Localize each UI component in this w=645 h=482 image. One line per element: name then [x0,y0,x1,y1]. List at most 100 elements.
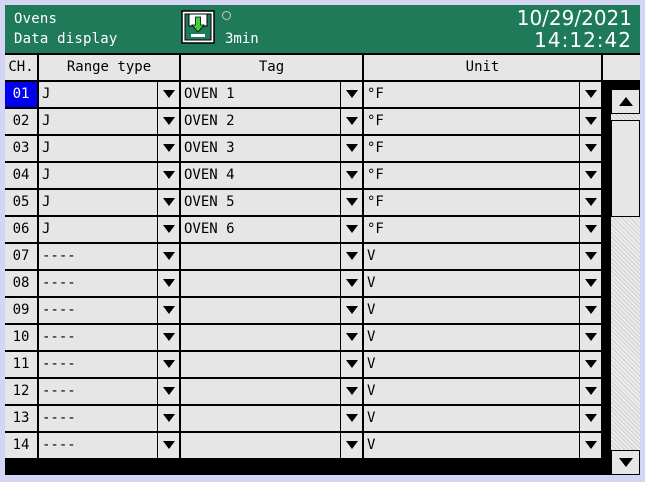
tag-select[interactable]: OVEN 3 [181,136,340,161]
channel-number[interactable]: 07 [5,244,37,269]
dropdown-arrow-icon[interactable] [157,109,179,134]
dropdown-arrow-icon[interactable] [157,82,179,107]
tag-select[interactable] [181,244,340,269]
channel-number[interactable]: 09 [5,298,37,323]
range-type-select[interactable]: J [39,136,157,161]
dropdown-arrow-icon[interactable] [157,244,179,269]
dropdown-arrow-icon[interactable] [340,352,362,377]
range-type-select[interactable]: ---- [39,352,157,377]
unit-select[interactable]: V [364,379,579,404]
unit-select[interactable]: V [364,271,579,296]
channel-number[interactable]: 04 [5,163,37,188]
dropdown-arrow-icon[interactable] [157,190,179,215]
dropdown-arrow-icon[interactable] [579,163,601,188]
unit-select[interactable]: V [364,352,579,377]
scroll-thumb[interactable] [611,120,640,217]
tag-select[interactable] [181,433,340,458]
vertical-scrollbar[interactable] [611,89,640,475]
channel-number[interactable]: 14 [5,433,37,458]
channel-number[interactable]: 13 [5,406,37,431]
dropdown-arrow-icon[interactable] [340,433,362,458]
dropdown-arrow-icon[interactable] [579,244,601,269]
range-type-select[interactable]: ---- [39,271,157,296]
unit-select[interactable]: V [364,244,579,269]
tag-select[interactable] [181,325,340,350]
dropdown-arrow-icon[interactable] [340,136,362,161]
unit-select[interactable]: V [364,406,579,431]
range-type-select[interactable]: J [39,82,157,107]
dropdown-arrow-icon[interactable] [340,271,362,296]
dropdown-arrow-icon[interactable] [579,379,601,404]
tag-select[interactable]: OVEN 2 [181,109,340,134]
range-type-select[interactable]: ---- [39,298,157,323]
channel-number[interactable]: 08 [5,271,37,296]
tag-select[interactable] [181,352,340,377]
channel-number[interactable]: 01 [5,82,37,107]
range-type-select[interactable]: J [39,109,157,134]
dropdown-arrow-icon[interactable] [157,406,179,431]
unit-select[interactable]: °F [364,217,579,242]
tag-select[interactable] [181,379,340,404]
tag-select[interactable]: OVEN 1 [181,82,340,107]
dropdown-arrow-icon[interactable] [157,379,179,404]
dropdown-arrow-icon[interactable] [579,109,601,134]
dropdown-arrow-icon[interactable] [579,298,601,323]
dropdown-arrow-icon[interactable] [340,325,362,350]
channel-number[interactable]: 06 [5,217,37,242]
range-type-select[interactable]: ---- [39,433,157,458]
dropdown-arrow-icon[interactable] [157,163,179,188]
dropdown-arrow-icon[interactable] [579,217,601,242]
dropdown-arrow-icon[interactable] [340,406,362,431]
dropdown-arrow-icon[interactable] [340,190,362,215]
dropdown-arrow-icon[interactable] [579,325,601,350]
dropdown-arrow-icon[interactable] [157,271,179,296]
range-type-select[interactable]: ---- [39,244,157,269]
channel-number[interactable]: 02 [5,109,37,134]
tag-select[interactable]: OVEN 6 [181,217,340,242]
range-type-select[interactable]: J [39,217,157,242]
dropdown-arrow-icon[interactable] [579,406,601,431]
dropdown-arrow-icon[interactable] [340,109,362,134]
tag-select[interactable]: OVEN 4 [181,163,340,188]
unit-select[interactable]: °F [364,109,579,134]
unit-select[interactable]: V [364,433,579,458]
dropdown-arrow-icon[interactable] [340,379,362,404]
range-type-select[interactable]: ---- [39,325,157,350]
dropdown-arrow-icon[interactable] [579,190,601,215]
dropdown-arrow-icon[interactable] [340,244,362,269]
dropdown-arrow-icon[interactable] [157,217,179,242]
tag-select[interactable] [181,298,340,323]
tag-select[interactable] [181,406,340,431]
unit-select[interactable]: °F [364,82,579,107]
range-type-select[interactable]: ---- [39,379,157,404]
channel-number[interactable]: 12 [5,379,37,404]
range-type-select[interactable]: J [39,163,157,188]
channel-number[interactable]: 11 [5,352,37,377]
unit-select[interactable]: V [364,325,579,350]
dropdown-arrow-icon[interactable] [579,82,601,107]
dropdown-arrow-icon[interactable] [579,271,601,296]
dropdown-arrow-icon[interactable] [340,163,362,188]
dropdown-arrow-icon[interactable] [579,136,601,161]
channel-number[interactable]: 05 [5,190,37,215]
unit-select[interactable]: °F [364,136,579,161]
channel-number[interactable]: 03 [5,136,37,161]
scroll-down-button[interactable] [611,450,640,475]
dropdown-arrow-icon[interactable] [340,298,362,323]
scroll-up-button[interactable] [611,89,640,114]
dropdown-arrow-icon[interactable] [340,217,362,242]
tag-select[interactable] [181,271,340,296]
dropdown-arrow-icon[interactable] [340,82,362,107]
dropdown-arrow-icon[interactable] [157,325,179,350]
dropdown-arrow-icon[interactable] [157,136,179,161]
dropdown-arrow-icon[interactable] [157,352,179,377]
channel-number[interactable]: 10 [5,325,37,350]
dropdown-arrow-icon[interactable] [579,433,601,458]
range-type-select[interactable]: J [39,190,157,215]
dropdown-arrow-icon[interactable] [157,433,179,458]
unit-select[interactable]: °F [364,190,579,215]
tag-select[interactable]: OVEN 5 [181,190,340,215]
unit-select[interactable]: °F [364,163,579,188]
unit-select[interactable]: V [364,298,579,323]
range-type-select[interactable]: ---- [39,406,157,431]
